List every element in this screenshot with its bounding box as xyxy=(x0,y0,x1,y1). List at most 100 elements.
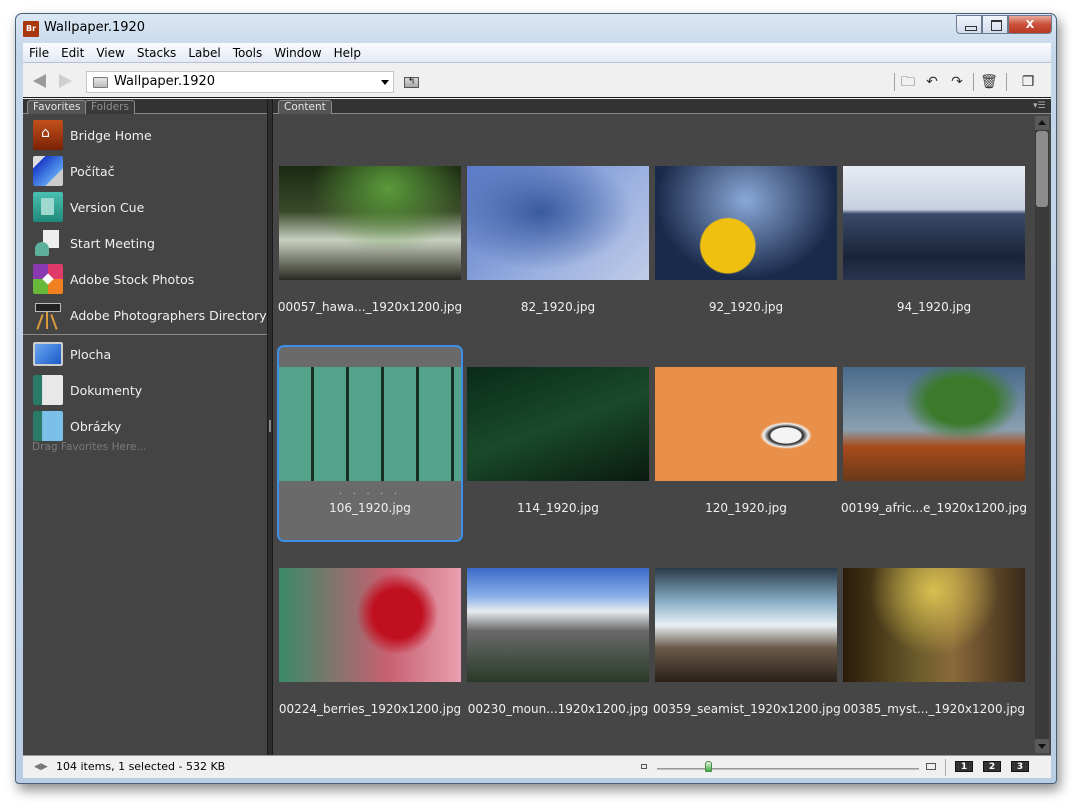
title-bar[interactable]: Br Wallpaper.1920 X xyxy=(16,14,1056,42)
favorites-divider xyxy=(23,334,267,335)
favorites-panel: Favorites Folders ⌂ Bridge Home Počítač … xyxy=(23,99,267,755)
menu-help[interactable]: Help xyxy=(328,43,367,63)
tab-favorites[interactable]: Favorites xyxy=(27,100,87,114)
minimize-button[interactable] xyxy=(956,15,982,34)
thumbnail-item[interactable]: 00199_afric...e_1920x1200.jpg xyxy=(841,345,1027,542)
thumbnail-item-selected[interactable]: . . . . . 106_1920.jpg xyxy=(277,345,463,542)
thumbnail-item[interactable]: 114_1920.jpg xyxy=(465,345,651,542)
thumbnail-item[interactable]: 00359_seamist_1920x1200.jpg xyxy=(653,546,841,743)
panel-menu-icon[interactable]: ▾☰ xyxy=(1033,101,1047,111)
thumbnail-image xyxy=(843,166,1025,280)
menu-edit[interactable]: Edit xyxy=(55,43,90,63)
thumbnail-item[interactable]: 92_1920.jpg xyxy=(653,144,839,341)
thumbnail-size-handle[interactable] xyxy=(705,761,713,772)
menu-bar: File Edit View Stacks Label Tools Window… xyxy=(23,43,1051,63)
thumbnail-item[interactable]: 00057_hawa..._1920x1200.jpg xyxy=(277,144,463,341)
tab-content[interactable]: Content xyxy=(278,100,332,114)
thumbnail-size-slider[interactable] xyxy=(657,768,919,770)
left-panel-tabs: Favorites Folders xyxy=(23,99,267,114)
rotate-left-icon[interactable]: ↶ xyxy=(923,73,941,91)
favorite-photographers-directory[interactable]: Adobe Photographers Directory xyxy=(23,297,267,333)
workspace-1-button[interactable]: 1 xyxy=(955,761,973,772)
favorite-label: Obrázky xyxy=(70,418,122,434)
thumbnail-item[interactable]: 00385_myst..._1920x1200.jpg xyxy=(841,546,1027,743)
thumbnail-item[interactable]: 00230_moun...1920x1200.jpg xyxy=(465,546,651,743)
rotate-right-icon[interactable]: ↷ xyxy=(948,73,966,91)
rating-stars[interactable]: . . . . . xyxy=(279,487,461,497)
thumbnail-image xyxy=(843,568,1025,682)
menu-file[interactable]: File xyxy=(23,43,55,63)
desktop-icon xyxy=(33,342,63,366)
window-controls: X xyxy=(956,15,1052,34)
thumbnail-caption: 00359_seamist_1920x1200.jpg xyxy=(653,702,841,716)
scroll-thumb[interactable] xyxy=(1036,131,1048,207)
panels-area: Favorites Folders ⌂ Bridge Home Počítač … xyxy=(23,99,1051,755)
content-panel: Content ▾☰ 00057_hawa..._1920x1200.jpg 8… xyxy=(273,99,1051,755)
stock-photos-icon xyxy=(33,264,63,294)
thumbnail-caption: 00230_moun...1920x1200.jpg xyxy=(467,702,649,716)
back-arrow-icon[interactable] xyxy=(33,74,46,88)
toolbar-divider xyxy=(1006,73,1007,91)
thumbnail-item[interactable]: 82_1920.jpg xyxy=(465,144,651,341)
app-window: Br Wallpaper.1920 X File Edit View Stack… xyxy=(15,13,1057,784)
thumbnail-image xyxy=(655,568,837,682)
path-dropdown-icon[interactable] xyxy=(381,80,389,85)
favorite-bridge-home[interactable]: ⌂ Bridge Home xyxy=(23,117,267,153)
thumbnail-caption: 106_1920.jpg xyxy=(329,501,411,515)
content-scrollbar[interactable] xyxy=(1035,116,1049,753)
splitter-grip[interactable] xyxy=(269,420,271,432)
menu-stacks[interactable]: Stacks xyxy=(131,43,182,63)
start-meeting-icon xyxy=(33,228,63,258)
favorite-label: Adobe Stock Photos xyxy=(70,271,195,287)
window-title: Wallpaper.1920 xyxy=(44,20,146,35)
thumbnail-caption: 00199_afric...e_1920x1200.jpg xyxy=(841,501,1028,515)
trash-icon[interactable]: 🗑 xyxy=(980,73,998,91)
favorite-label: Version Cue xyxy=(70,199,145,215)
favorite-start-meeting[interactable]: Start Meeting xyxy=(23,225,267,261)
maximize-button[interactable] xyxy=(982,15,1008,34)
bridge-app-icon: Br xyxy=(23,21,39,37)
favorite-desktop[interactable]: Plocha xyxy=(23,336,267,372)
thumbnail-image xyxy=(279,166,461,280)
workspace-2-button[interactable]: 2 xyxy=(983,761,1001,772)
favorite-label: Počítač xyxy=(70,163,115,179)
up-folder-icon[interactable]: ↰ xyxy=(404,77,419,88)
favorite-label: Start Meeting xyxy=(70,235,155,251)
favorite-label: Bridge Home xyxy=(70,127,152,143)
scroll-up-button[interactable] xyxy=(1035,116,1049,130)
thumbnail-large-icon[interactable] xyxy=(926,763,936,770)
menu-label[interactable]: Label xyxy=(182,43,226,63)
thumbnail-caption: 00385_myst..._1920x1200.jpg xyxy=(843,702,1025,716)
workspace-3-button[interactable]: 3 xyxy=(1011,761,1029,772)
menu-tools[interactable]: Tools xyxy=(227,43,269,63)
new-folder-icon[interactable]: 🗀 xyxy=(899,73,917,91)
version-cue-icon xyxy=(33,192,63,222)
thumbnail-item[interactable]: 120_1920.jpg xyxy=(653,345,839,542)
thumbnail-caption: 82_1920.jpg xyxy=(520,300,596,314)
thumbnail-item[interactable]: 94_1920.jpg xyxy=(841,144,1027,341)
favorite-pictures[interactable]: Obrázky xyxy=(23,408,267,444)
path-selector[interactable]: Wallpaper.1920 xyxy=(86,71,394,93)
favorite-version-cue[interactable]: Version Cue xyxy=(23,189,267,225)
thumbnail-item[interactable]: 00224_berries_1920x1200.jpg xyxy=(277,546,463,743)
favorite-documents[interactable]: Dokumenty xyxy=(23,372,267,408)
compact-mode-icon[interactable]: ❐ xyxy=(1019,73,1037,91)
tab-folders[interactable]: Folders xyxy=(85,100,135,114)
thumbnail-image xyxy=(467,166,649,280)
menu-window[interactable]: Window xyxy=(268,43,327,63)
thumbnail-small-icon[interactable] xyxy=(641,764,647,769)
thumbnail-caption: 94_1920.jpg xyxy=(896,300,972,314)
status-bar: ◀▶ 104 items, 1 selected - 532 KB 1 2 3 xyxy=(23,755,1051,778)
thumbnail-image xyxy=(655,367,837,481)
toggle-panels-icon[interactable]: ◀▶ xyxy=(34,762,48,772)
close-button[interactable]: X xyxy=(1008,15,1052,34)
scroll-down-button[interactable] xyxy=(1035,739,1049,753)
menu-view[interactable]: View xyxy=(90,43,130,63)
client-area: File Edit View Stacks Label Tools Window… xyxy=(23,43,1051,778)
thumbnail-caption: 120_1920.jpg xyxy=(705,501,787,515)
drag-favorites-hint: Drag Favorites Here... xyxy=(32,441,147,453)
favorite-stock-photos[interactable]: Adobe Stock Photos xyxy=(23,261,267,297)
toolbar-divider xyxy=(973,73,974,91)
favorite-computer[interactable]: Počítač xyxy=(23,153,267,189)
forward-arrow-icon[interactable] xyxy=(59,74,72,88)
